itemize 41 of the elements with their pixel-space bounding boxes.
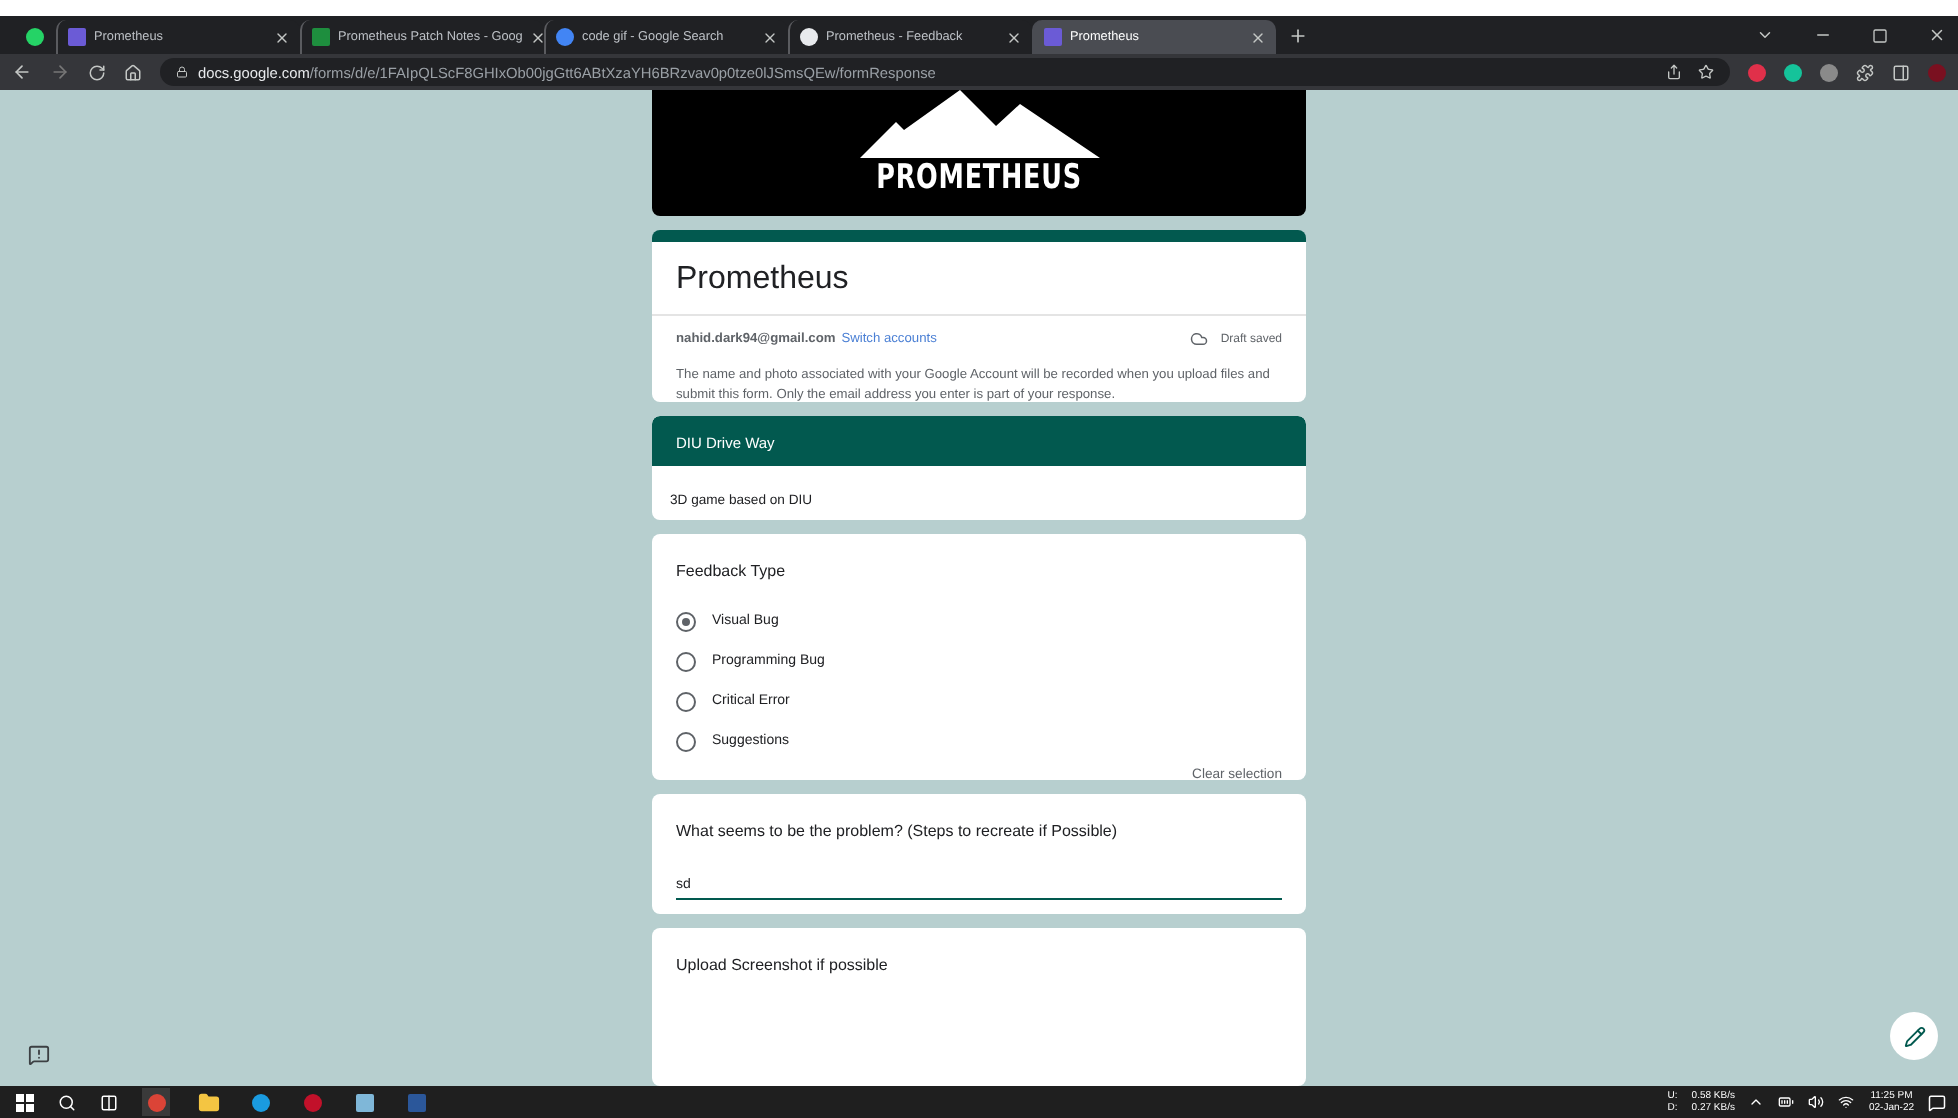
- radio-button[interactable]: [676, 691, 696, 712]
- close-icon[interactable]: [530, 29, 547, 45]
- edit-button[interactable]: [1890, 1012, 1938, 1060]
- star-icon[interactable]: [1698, 64, 1714, 80]
- pencil-icon: [1903, 1025, 1925, 1047]
- radio-button[interactable]: [676, 731, 696, 752]
- home-icon[interactable]: [124, 63, 142, 81]
- chevron-up-icon[interactable]: [1748, 1094, 1765, 1110]
- close-icon[interactable]: [762, 29, 778, 45]
- question-title: Upload Screenshot if possible: [676, 956, 890, 975]
- chevron-down-icon[interactable]: [1756, 26, 1774, 44]
- notification-icon[interactable]: [1928, 1093, 1946, 1111]
- windows-icon[interactable]: [16, 1093, 34, 1111]
- question-title: What seems to be the problem? (Steps to recreate if Possible): [676, 821, 1120, 840]
- folder-icon[interactable]: [194, 1088, 222, 1116]
- close-icon[interactable]: [1928, 26, 1946, 44]
- forward-icon[interactable]: [50, 62, 70, 82]
- share-icon[interactable]: [1666, 64, 1682, 80]
- lock-icon: [176, 66, 188, 78]
- search-icon[interactable]: [58, 1093, 76, 1111]
- banner-title: PROMETHEUS: [876, 158, 1082, 198]
- feedback-icon[interactable]: [28, 1044, 50, 1066]
- close-icon[interactable]: [274, 29, 290, 45]
- sidebar-icon[interactable]: [1892, 63, 1910, 81]
- wifi-icon[interactable]: [1838, 1094, 1855, 1110]
- puzzle-icon[interactable]: [1856, 63, 1874, 81]
- new-tab-icon[interactable]: [1288, 26, 1308, 46]
- form-title: Prometheus: [674, 260, 851, 300]
- close-icon[interactable]: [1006, 29, 1022, 45]
- radio-button[interactable]: [676, 611, 696, 632]
- cloud-icon: [1190, 330, 1209, 348]
- question-title: Feedback Type: [676, 561, 788, 580]
- radio-button[interactable]: [676, 651, 696, 672]
- speaker-icon[interactable]: [1808, 1094, 1825, 1110]
- battery-icon[interactable]: [1778, 1094, 1795, 1110]
- restore-icon[interactable]: [1872, 27, 1888, 43]
- task-view-icon[interactable]: [100, 1093, 118, 1111]
- close-icon[interactable]: [1250, 29, 1266, 45]
- back-icon[interactable]: [12, 62, 32, 82]
- app-icon[interactable]: [350, 1088, 378, 1116]
- reload-icon[interactable]: [88, 63, 106, 81]
